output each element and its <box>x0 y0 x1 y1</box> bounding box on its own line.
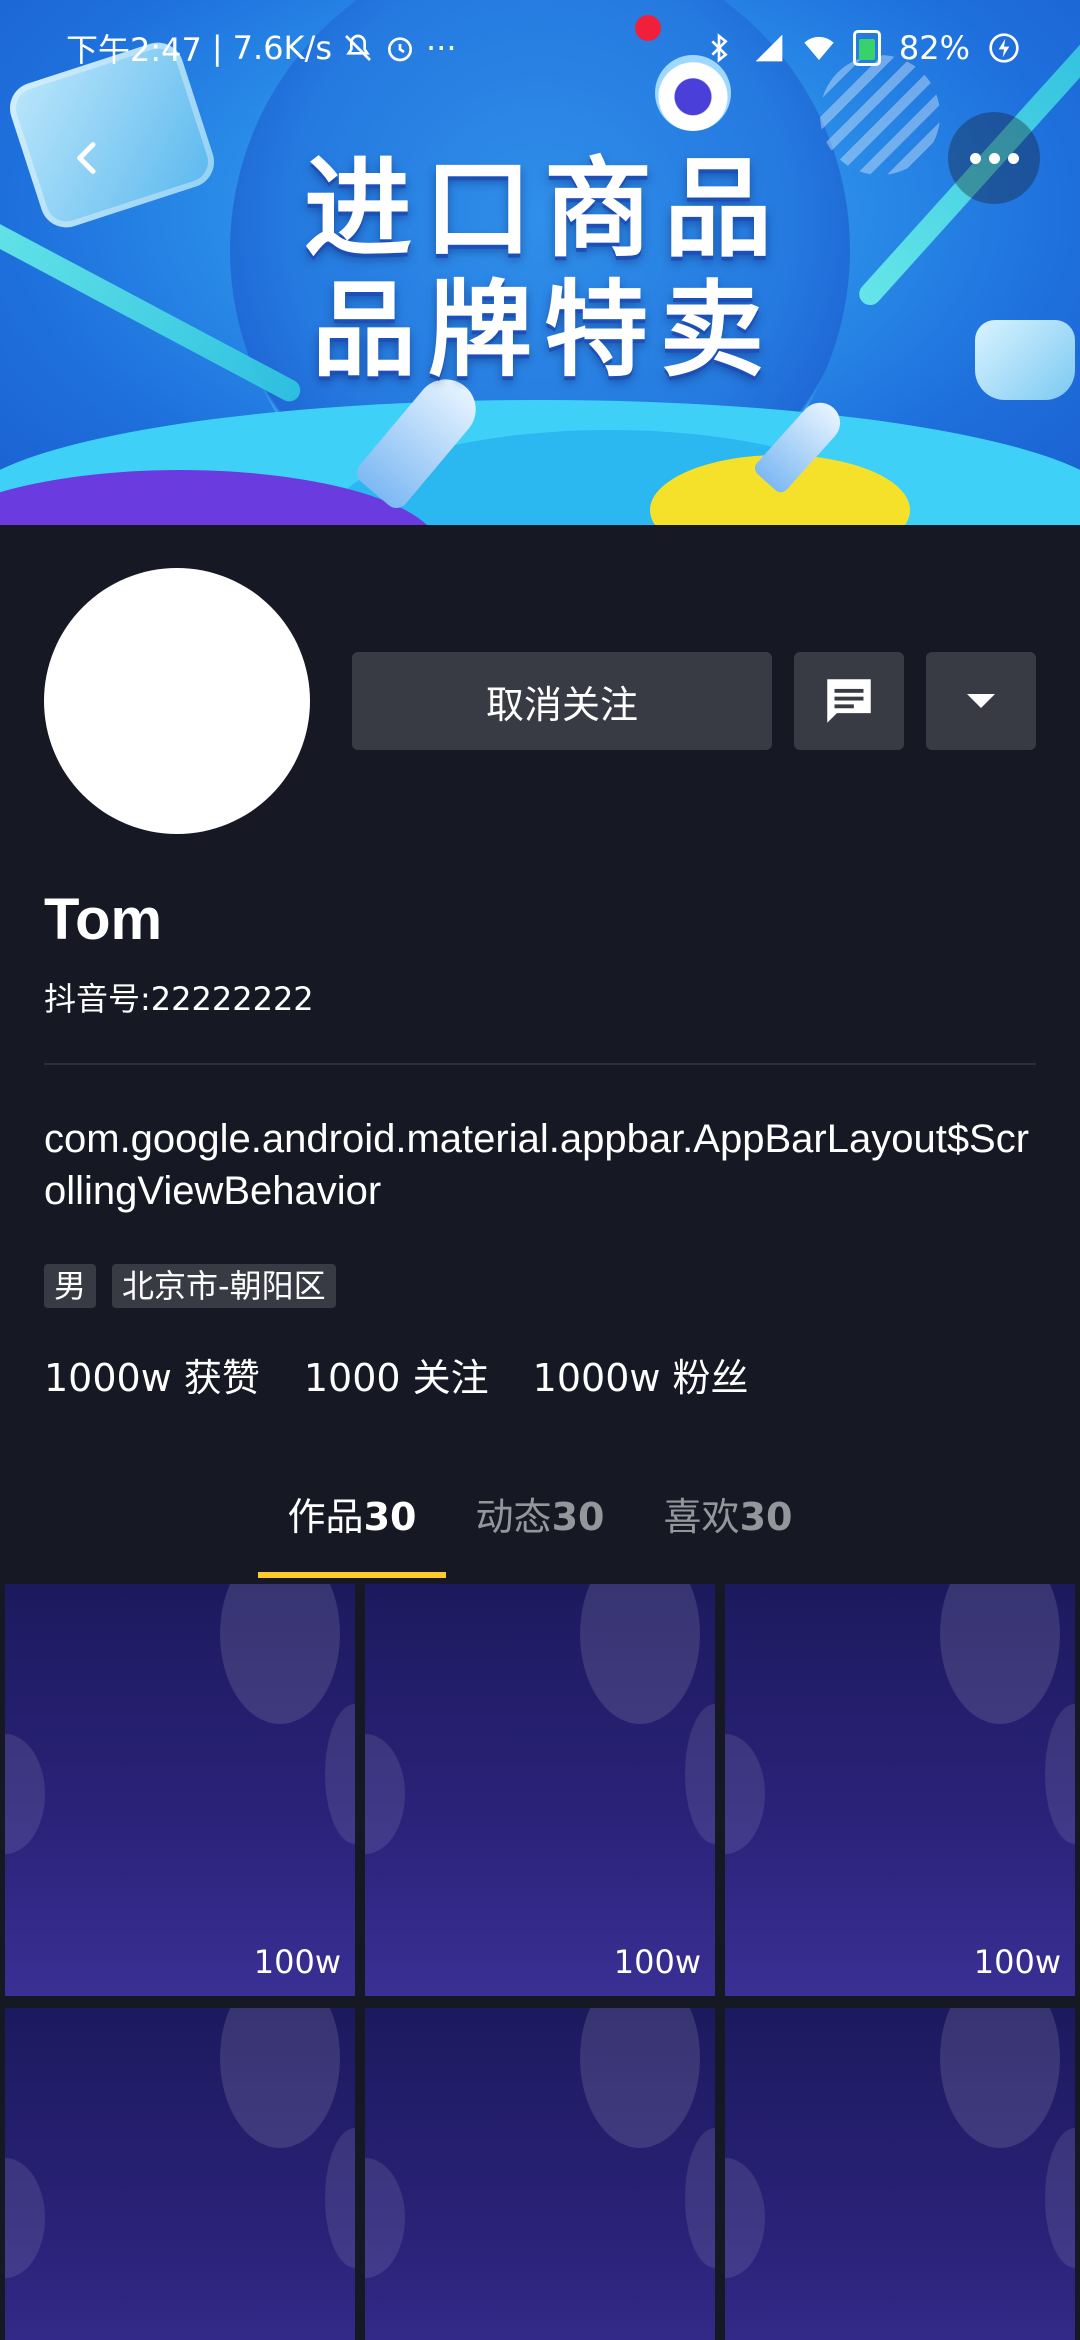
profile-bio: com.google.android.material.appbar.AppBa… <box>44 1117 1030 1213</box>
status-time: 下午2:47 <box>66 31 202 69</box>
avatar[interactable] <box>44 568 310 834</box>
profile-name: Tom <box>44 887 163 952</box>
view-count: 100w <box>973 1943 1061 1981</box>
video-thumbnail[interactable] <box>365 2008 715 2340</box>
gender-tag: 男 <box>44 1264 97 1308</box>
douyin-id: 抖音号:22222222 <box>44 980 314 1018</box>
profile-page: 进口商品 品牌特卖 下午2:47 | 7.6K/s ··· 82% 取消关注 T… <box>0 0 1080 2340</box>
location-tag: 北京市-朝阳区 <box>112 1264 336 1308</box>
followers-stat[interactable]: 1000w 粉丝 <box>533 1350 749 1406</box>
video-thumbnail[interactable] <box>5 2008 355 2340</box>
caret-down-icon <box>967 694 995 708</box>
network-speed: 7.6K/s <box>232 29 332 67</box>
video-thumbnail[interactable]: 100w <box>725 1584 1075 1996</box>
chevron-left-icon <box>77 142 96 174</box>
tab-dynamics[interactable]: 动态30 <box>446 1480 634 1576</box>
following-stat[interactable]: 1000 关注 <box>304 1350 489 1406</box>
tab-label: 动态 <box>475 1495 552 1539</box>
unfollow-button[interactable]: 取消关注 <box>352 652 772 750</box>
status-bar: 下午2:47 | 7.6K/s ··· 82% <box>0 0 1080 96</box>
charging-icon <box>989 33 1019 63</box>
tab-label: 喜欢 <box>663 1495 740 1539</box>
message-button[interactable] <box>794 652 904 750</box>
video-thumbnail[interactable]: 100w <box>5 1584 355 1996</box>
banner-headline: 进口商品 <box>303 147 784 272</box>
content-tabs: 作品30 动态30 喜欢30 <box>258 1480 822 1578</box>
tab-count: 30 <box>363 1495 417 1539</box>
likes-stat[interactable]: 1000w 获赞 <box>44 1350 260 1406</box>
view-count: 100w <box>613 1943 701 1981</box>
tab-count: 30 <box>551 1495 605 1539</box>
profile-stats: 1000w 获赞 1000 关注 1000w 粉丝 <box>44 1350 749 1406</box>
alarm-icon <box>387 37 412 62</box>
bluetooth-icon <box>711 33 728 63</box>
back-button[interactable] <box>42 112 134 204</box>
battery-level: 82% <box>898 29 970 67</box>
more-options-button[interactable] <box>948 112 1040 204</box>
tab-works[interactable]: 作品30 <box>258 1480 446 1578</box>
tab-label: 作品 <box>287 1495 364 1539</box>
more-icon <box>969 152 981 164</box>
video-thumbnail[interactable] <box>725 2008 1075 2340</box>
recommend-dropdown-button[interactable] <box>926 652 1036 750</box>
divider <box>44 1063 1036 1065</box>
video-thumbnail[interactable]: 100w <box>365 1584 715 1996</box>
banner-subheadline: 品牌特卖 <box>311 269 776 391</box>
profile-tags: 男 北京市-朝阳区 <box>44 1264 336 1308</box>
message-icon <box>827 679 871 723</box>
video-grid: 100w 100w 100w <box>0 1584 1080 2340</box>
cellular-signal-icon <box>755 34 783 62</box>
battery-icon <box>852 30 881 66</box>
tab-count: 30 <box>739 1495 793 1539</box>
tab-likes[interactable]: 喜欢30 <box>634 1480 822 1576</box>
wifi-icon <box>804 36 834 60</box>
mute-icon <box>345 34 371 61</box>
more-notifications-icon: ··· <box>425 29 457 67</box>
view-count: 100w <box>253 1943 341 1981</box>
